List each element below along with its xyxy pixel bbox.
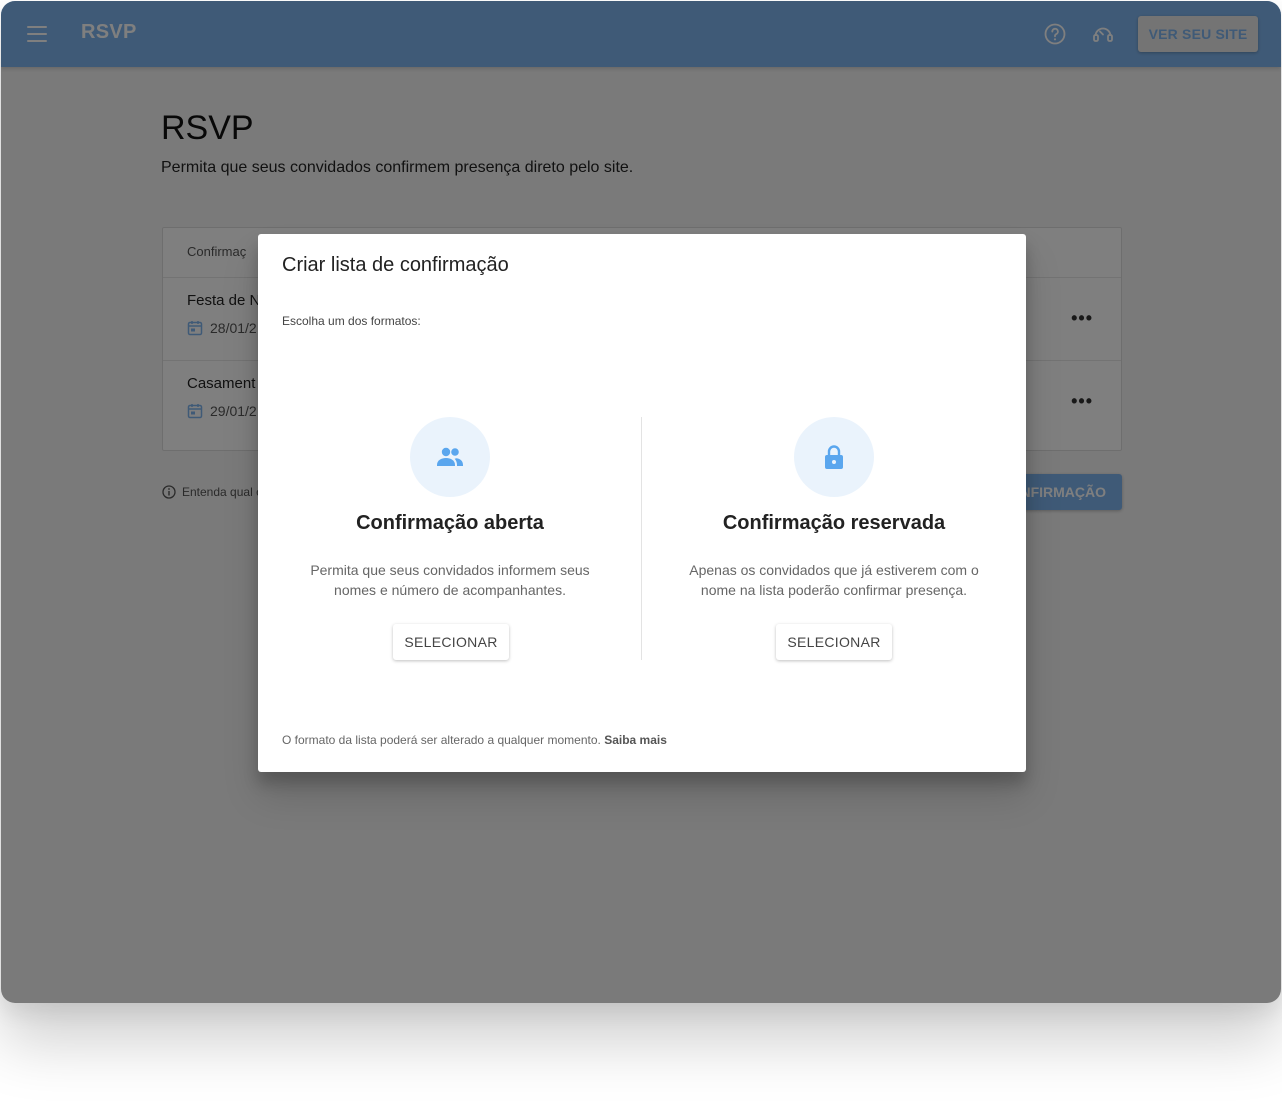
select-open-button[interactable]: SELECIONAR <box>393 624 509 660</box>
option-reserved-confirmation: Confirmação reservada Apenas os convidad… <box>642 417 1026 677</box>
group-icon <box>437 447 463 466</box>
dialog-footer-text: O formato da lista poderá ser alterado a… <box>282 733 601 747</box>
select-reserved-button[interactable]: SELECIONAR <box>776 624 892 660</box>
option-icon-circle <box>794 417 874 497</box>
app-window: RSVP VER SEU SITE RSVP Permita que seus … <box>1 1 1281 1003</box>
lock-icon <box>825 445 843 469</box>
learn-more-link[interactable]: Saiba mais <box>604 733 667 747</box>
dialog-title: Criar lista de confirmação <box>282 254 509 276</box>
option-open-confirmation: Confirmação aberta Permita que seus conv… <box>258 417 642 677</box>
dialog-footer: O formato da lista poderá ser alterado a… <box>282 733 667 747</box>
option-description: Permita que seus convidados informem seu… <box>310 562 590 598</box>
option-icon-circle <box>410 417 490 497</box>
create-list-dialog: Criar lista de confirmação Escolha um do… <box>258 234 1026 772</box>
option-description: Apenas os convidados que já estiverem co… <box>689 562 979 598</box>
option-title: Confirmação reservada <box>722 512 946 534</box>
option-title: Confirmação aberta <box>356 512 544 534</box>
dialog-subtitle: Escolha um dos formatos: <box>282 314 421 328</box>
